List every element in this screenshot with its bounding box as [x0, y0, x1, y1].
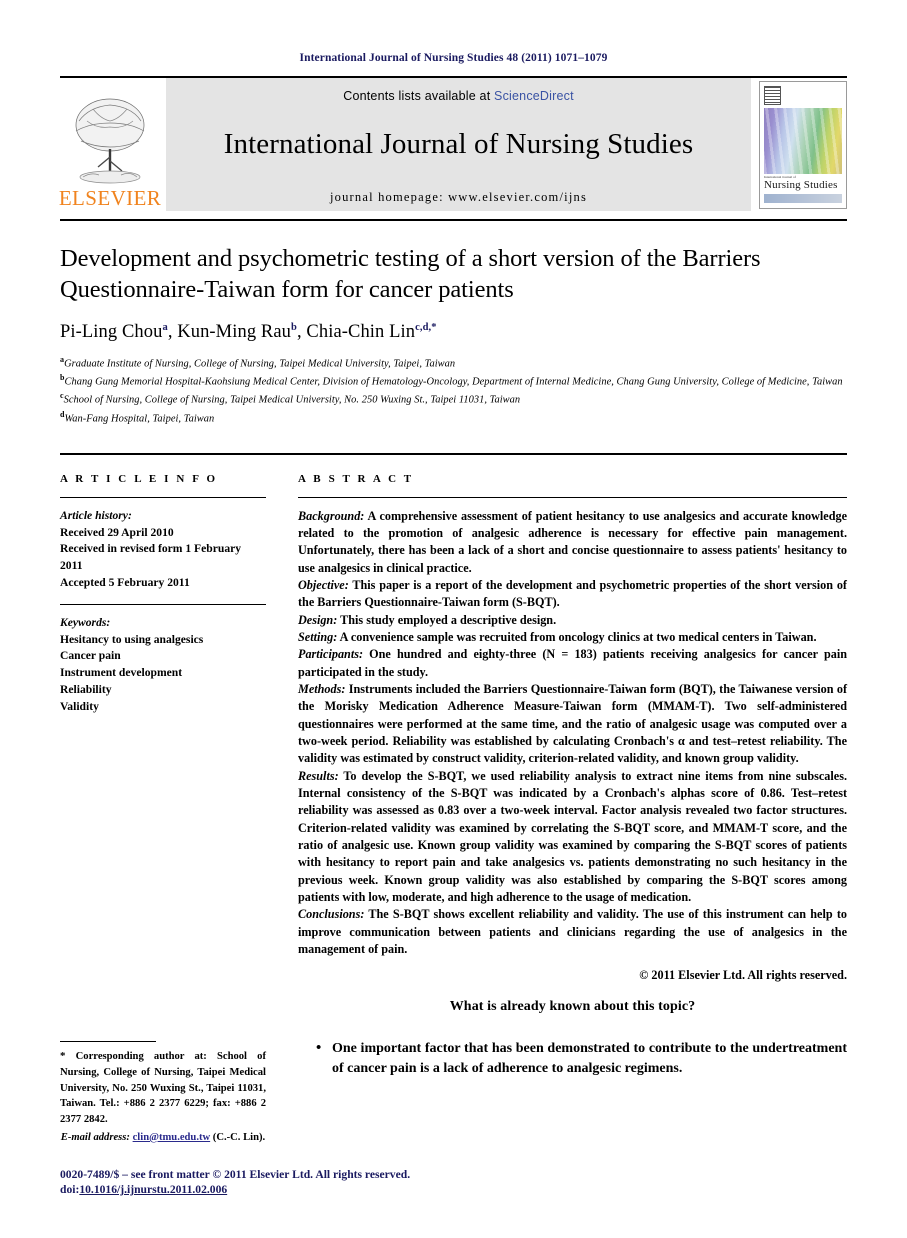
abstract-label-setting: Setting:: [298, 630, 338, 645]
abstract-text-methods: Instruments included the Barriers Questi…: [298, 682, 847, 766]
keywords-divider: [60, 603, 266, 605]
author-mark-1: a: [162, 321, 168, 333]
affiliation-text-a: Graduate Institute of Nursing, College o…: [64, 358, 456, 370]
affiliation-list: aGraduate Institute of Nursing, College …: [60, 354, 847, 427]
abstract-text-participants: One hundred and eighty-three (N = 183) p…: [298, 647, 847, 679]
abstract-section-background: Background: A comprehensive assessment o…: [298, 508, 847, 577]
journal-title: International Journal of Nursing Studies: [223, 128, 694, 160]
abstract-text-conclusions: The S-BQT shows excellent reliability an…: [298, 907, 847, 957]
running-head: International Journal of Nursing Studies…: [299, 52, 608, 64]
lower-region: * Corresponding author at: School of Nur…: [60, 999, 847, 1143]
page-title: Development and psychometric testing of …: [60, 245, 761, 304]
contents-available-line: Contents lists available at ScienceDirec…: [343, 89, 574, 103]
cover-elsevier-mark-icon: [764, 85, 781, 105]
abstract-section-conclusions: Conclusions: The S-BQT shows excellent r…: [298, 906, 847, 958]
abstract-label-design: Design:: [298, 612, 338, 627]
article-info-column: A R T I C L E I N F O Article history: R…: [60, 473, 286, 984]
elsevier-tree-icon: [75, 98, 145, 184]
known-box-item: One important factor that has been demon…: [316, 1038, 847, 1079]
article-history-label: Article history:: [60, 508, 132, 522]
abstract-column: A B S T R A C T Background: A comprehens…: [286, 473, 847, 984]
article-history-received: Received 29 April 2010: [60, 525, 174, 539]
abstract-section-results: Results: To develop the S-BQT, we used r…: [298, 768, 847, 907]
corresponding-email-link[interactable]: clin@tmu.edu.tw: [133, 1132, 211, 1143]
keywords-block: Keywords: Hesitancy to using analgesics …: [60, 615, 266, 716]
keyword-item-2: Cancer pain: [60, 649, 121, 663]
page-footer: 0020-7489/$ – see front matter © 2011 El…: [60, 1167, 480, 1198]
affiliation-text-c: School of Nursing, College of Nursing, T…: [63, 394, 521, 406]
abstract-section-design: Design: This study employed a descriptiv…: [298, 612, 847, 629]
elsevier-logo: ELSEVIER: [58, 78, 162, 211]
affiliation-text-b: Chang Gung Memorial Hospital-Kaohsiung M…: [64, 376, 843, 388]
corresponding-email-line: E-mail address: clin@tmu.edu.tw (C.-C. L…: [60, 1132, 266, 1143]
abstract-label-methods: Methods:: [298, 682, 346, 697]
abstract-label-conclusions: Conclusions:: [298, 907, 365, 922]
corresponding-author-text: Corresponding author at: School of Nursi…: [60, 1051, 266, 1126]
keyword-item-3: Instrument development: [60, 666, 183, 680]
info-abstract-region: A R T I C L E I N F O Article history: R…: [60, 452, 847, 984]
author-name-3: Chia-Chin Lin: [306, 321, 416, 342]
affiliation-a: aGraduate Institute of Nursing, College …: [60, 354, 847, 372]
article-page: International Journal of Nursing Studies…: [0, 0, 907, 1238]
corresponding-author-star: *: [60, 1050, 66, 1063]
elsevier-wordmark: ELSEVIER: [58, 186, 162, 210]
doi-prefix: doi:: [60, 1183, 80, 1197]
abstract-text-setting: A convenience sample was recruited from …: [337, 630, 817, 645]
abstract-label-participants: Participants:: [298, 647, 364, 662]
contents-prefix: Contents lists available at: [343, 89, 495, 103]
issn-front-matter-line: 0020-7489/$ – see front matter © 2011 El…: [60, 1167, 411, 1181]
abstract-text-design: This study employed a descriptive design…: [337, 612, 557, 627]
journal-band: Contents lists available at ScienceDirec…: [166, 78, 751, 211]
author-mark-2: b: [291, 321, 297, 333]
author-name-2: Kun-Ming Rau: [177, 321, 292, 342]
doi-line: doi:10.1016/j.ijnurstu.2011.02.006: [60, 1182, 480, 1198]
abstract-divider: [298, 496, 847, 498]
corresponding-author-column: * Corresponding author at: School of Nur…: [60, 999, 286, 1143]
affiliation-c: cSchool of Nursing, College of Nursing, …: [60, 390, 847, 408]
cover-footer-strip: [764, 194, 842, 204]
abstract-copyright: © 2011 Elsevier Ltd. All rights reserved…: [639, 968, 847, 983]
journal-masthead: ELSEVIER Contents lists available at Sci…: [58, 76, 847, 211]
abstract-label-results: Results:: [298, 768, 339, 783]
journal-homepage: journal homepage: www.elsevier.com/ijns: [329, 190, 588, 204]
abstract-section-participants: Participants: One hundred and eighty-thr…: [298, 646, 847, 681]
keyword-item-5: Validity: [60, 699, 99, 713]
article-info-heading: A R T I C L E I N F O: [60, 472, 218, 485]
affiliation-b: bChang Gung Memorial Hospital-Kaohsiung …: [60, 372, 847, 390]
abstract-text-objective: This paper is a report of the developmen…: [298, 578, 847, 610]
abstract-label-background: Background:: [298, 508, 365, 523]
abstract-heading: A B S T R A C T: [298, 472, 414, 485]
corresponding-author-note: * Corresponding author at: School of Nur…: [60, 1048, 266, 1127]
author-name-1: Pi-Ling Chou: [60, 321, 163, 342]
doi-link[interactable]: 10.1016/j.ijnurstu.2011.02.006: [79, 1183, 227, 1196]
article-info-divider: [60, 496, 266, 498]
abstract-section-methods: Methods: Instruments included the Barrie…: [298, 681, 847, 768]
keywords-label: Keywords:: [60, 615, 111, 629]
known-box: What is already known about this topic? …: [286, 999, 847, 1142]
corresponding-email-suffix: (C.-C. Lin).: [210, 1131, 266, 1143]
abstract-text-background: A comprehensive assessment of patient he…: [298, 508, 847, 575]
footnote-divider: [60, 1041, 156, 1043]
cover-artwork: [764, 107, 842, 174]
known-box-heading: What is already known about this topic?: [449, 999, 696, 1015]
abstract-section-setting: Setting: A convenience sample was recrui…: [298, 629, 847, 646]
keyword-item-4: Reliability: [60, 682, 112, 696]
abstract-section-objective: Objective: This paper is a report of the…: [298, 577, 847, 612]
journal-cover-thumbnail: International Journal of Nursing Studies: [759, 80, 847, 209]
abstract-label-objective: Objective:: [298, 578, 349, 593]
article-history-accepted: Accepted 5 February 2011: [60, 576, 190, 589]
sciencedirect-link[interactable]: ScienceDirect: [494, 89, 574, 103]
abstract-text-results: To develop the S-BQT, we used reliabilit…: [298, 768, 847, 905]
article-history-revised: Received in revised form 1 February 2011: [60, 542, 242, 573]
cover-journal-name: Nursing Studies: [764, 179, 838, 192]
known-box-list: One important factor that has been demon…: [298, 1038, 847, 1079]
title-divider: [60, 219, 847, 221]
keyword-item-1: Hesitancy to using analgesics: [60, 632, 204, 646]
author-list: Pi-Ling Choua, Kun-Ming Raub, Chia-Chin …: [60, 321, 437, 342]
email-label: E-mail address:: [60, 1131, 130, 1143]
affiliation-text-d: Wan-Fang Hospital, Taipei, Taiwan: [64, 413, 215, 425]
affiliation-d: dWan-Fang Hospital, Taipei, Taiwan: [60, 409, 847, 427]
cover-titlebar: International Journal of Nursing Studies: [764, 174, 842, 192]
author-mark-3: c,d,*: [415, 321, 437, 333]
